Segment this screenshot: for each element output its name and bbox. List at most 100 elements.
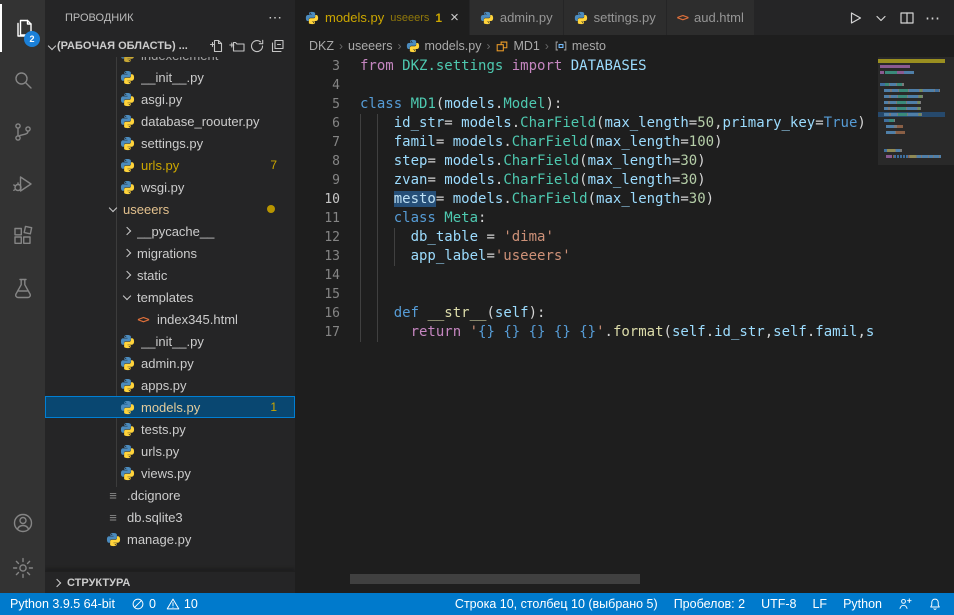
- tab-settings.py[interactable]: settings.py: [564, 0, 667, 35]
- tree-file-views.py[interactable]: views.py: [45, 462, 295, 484]
- field-icon: [554, 39, 568, 53]
- tree-folder-migrations[interactable]: migrations: [45, 242, 295, 264]
- tree-file-settings.py[interactable]: settings.py: [45, 132, 295, 154]
- tree-file-index345.html[interactable]: <>index345.html: [45, 308, 295, 330]
- code-editor[interactable]: 3from DKZ.settings import DATABASES45cla…: [295, 57, 954, 593]
- outline-section-header[interactable]: СТРУКТУРА: [45, 571, 295, 593]
- tab-admin.py[interactable]: admin.py: [470, 0, 564, 35]
- bell-icon[interactable]: [928, 597, 942, 611]
- indent-guide: [360, 247, 361, 266]
- breadcrumb-item-useeers[interactable]: useeers: [348, 39, 392, 53]
- status-bar: Python 3.9.5 64-bit 010 Строка 10, столбе…: [0, 593, 954, 615]
- minimap[interactable]: [878, 57, 945, 177]
- code-line-12: 12 db_table = 'dima': [295, 228, 878, 247]
- new-file-icon[interactable]: [207, 36, 227, 56]
- refresh-icon[interactable]: [247, 36, 267, 56]
- text-file-icon: ≡: [105, 509, 121, 525]
- problems-badge: 1: [270, 400, 277, 414]
- code-token: {}: [579, 324, 596, 340]
- breadcrumb-item-mesto[interactable]: mesto: [554, 39, 606, 53]
- line-number: 4: [295, 76, 340, 95]
- indent-guide: [360, 114, 361, 133]
- tree-file-urls.py[interactable]: urls.py: [45, 440, 295, 462]
- activity-item-run-debug[interactable]: [0, 160, 45, 208]
- code-line-4: 4: [295, 76, 878, 95]
- tree-folder-__pycache__[interactable]: __pycache__: [45, 220, 295, 242]
- tree-file-tests.py[interactable]: tests.py: [45, 418, 295, 440]
- code-token: {}: [554, 324, 571, 340]
- breadcrumb-item-models.py[interactable]: models.py: [406, 39, 481, 53]
- line-content: famil= models.CharField(max_length=100): [360, 133, 723, 152]
- line-content: db_table = 'dima': [360, 228, 554, 247]
- tree-file-__init__.py[interactable]: __init__.py: [45, 330, 295, 352]
- tree-file-.dcignore[interactable]: ≡.dcignore: [45, 484, 295, 506]
- tree-folder-static[interactable]: static: [45, 264, 295, 286]
- close-icon[interactable]: ×: [450, 10, 459, 25]
- tab-aud.html[interactable]: <>aud.html: [667, 0, 755, 35]
- run-icon[interactable]: [844, 7, 866, 29]
- tree-file-models.py[interactable]: models.py1: [45, 396, 295, 418]
- status-indentation[interactable]: Пробелов: 2: [674, 597, 745, 611]
- status-language-mode[interactable]: Python: [843, 597, 882, 611]
- code-token: 'useeers': [495, 248, 571, 264]
- more-actions-icon[interactable]: ⋯: [268, 9, 283, 26]
- code-line-9: 9 zvan= models.CharField(max_length=30): [295, 171, 878, 190]
- tree-file-apps.py[interactable]: apps.py: [45, 374, 295, 396]
- line-content: mesto= models.CharField(max_length=30): [360, 190, 714, 209]
- code-token: =: [444, 115, 461, 131]
- activity-item-testing[interactable]: [0, 264, 45, 312]
- tree-file-db.sqlite3[interactable]: ≡ db.sqlite3: [45, 506, 295, 528]
- explorer-sidebar: ПРОВОДНИК ⋯ (РАБОЧАЯ ОБЛАСТЬ) ... indexe…: [45, 0, 295, 593]
- status-encoding[interactable]: UTF-8: [761, 597, 796, 611]
- tree-file-indexelement[interactable]: indexelement: [45, 57, 295, 66]
- code-token: (: [588, 191, 596, 207]
- chevron-down-icon[interactable]: [870, 7, 892, 29]
- activity-item-source-control[interactable]: [0, 108, 45, 156]
- tree-folder-templates[interactable]: templates: [45, 286, 295, 308]
- code-token: DKZ.settings: [402, 58, 503, 74]
- tree-file-manage.py[interactable]: manage.py: [45, 528, 295, 550]
- breadcrumb-item-DKZ[interactable]: DKZ: [309, 39, 334, 53]
- feedback-icon[interactable]: [898, 597, 912, 611]
- status-problems[interactable]: 010: [131, 597, 198, 611]
- tree-folder-useeers[interactable]: useeers: [45, 198, 295, 220]
- tree-file-wsgi.py[interactable]: wsgi.py: [45, 176, 295, 198]
- line-number: 14: [295, 266, 340, 285]
- status-interpreter[interactable]: Python 3.9.5 64-bit: [10, 597, 115, 611]
- tree-file-urls.py[interactable]: urls.py7: [45, 154, 295, 176]
- activity-item-settings[interactable]: [0, 544, 45, 592]
- breadcrumb: DKZ›useeers›models.py›MD1›mesto: [295, 35, 954, 57]
- tree-item-label: index345.html: [157, 312, 295, 327]
- new-folder-icon[interactable]: [227, 36, 247, 56]
- tree-file-asgi.py[interactable]: asgi.py: [45, 88, 295, 110]
- activity-item-account[interactable]: [0, 499, 45, 547]
- line-content: app_label='useeers': [360, 247, 571, 266]
- breadcrumb-item-MD1[interactable]: MD1: [495, 39, 539, 53]
- code-token: models: [444, 172, 495, 188]
- more-icon[interactable]: ⋯: [922, 7, 944, 29]
- activity-item-search[interactable]: [0, 56, 45, 104]
- minimap-changed-line-marker: [878, 59, 945, 63]
- indent-guide: [360, 266, 361, 285]
- code-line-3: 3from DKZ.settings import DATABASES: [295, 57, 878, 76]
- workspace-section-header[interactable]: (РАБОЧАЯ ОБЛАСТЬ) ...: [45, 35, 295, 57]
- code-token: CharField: [512, 134, 588, 150]
- status-eol[interactable]: LF: [812, 597, 827, 611]
- activity-item-explorer[interactable]: 2: [0, 4, 45, 52]
- code-token: self: [495, 305, 529, 321]
- horizontal-scrollbar[interactable]: [350, 574, 640, 584]
- split-editor-icon[interactable]: [896, 7, 918, 29]
- tree-item-label: db.sqlite3: [127, 510, 295, 525]
- activity-item-extensions[interactable]: [0, 212, 45, 260]
- collapse-all-icon[interactable]: [267, 36, 287, 56]
- indent-guide: [377, 133, 378, 152]
- tree-file-database_roouter.py[interactable]: database_roouter.py: [45, 110, 295, 132]
- breadcrumb-label: models.py: [424, 39, 481, 53]
- tree-file-__init__.py[interactable]: __init__.py: [45, 66, 295, 88]
- chevron-down-icon: [105, 201, 121, 217]
- status-cursor-position[interactable]: Строка 10, столбец 10 (выбрано 5): [455, 597, 658, 611]
- tab-models.py[interactable]: models.pyuseeers1×: [295, 0, 470, 35]
- tree-file-admin.py[interactable]: admin.py: [45, 352, 295, 374]
- code-line-11: 11 class Meta:: [295, 209, 878, 228]
- minimap-line: [880, 149, 902, 152]
